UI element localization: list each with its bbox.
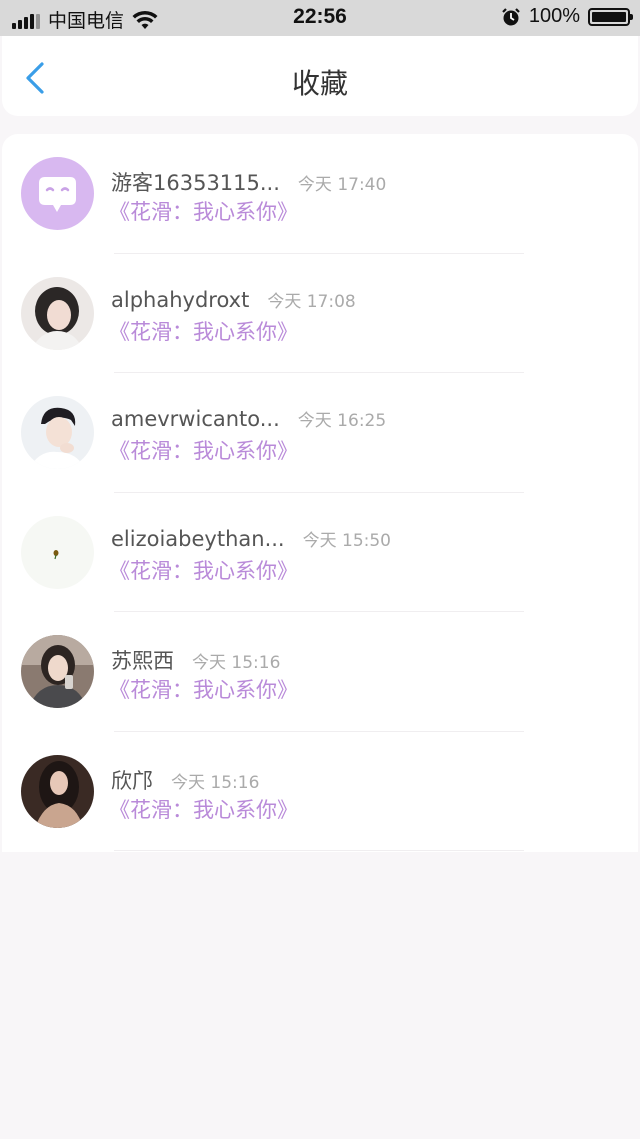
avatar: [21, 754, 94, 828]
list-item[interactable]: alphahydroxt 今天 17:08 《花滑：我心系你》: [2, 254, 638, 373]
avatar: [21, 276, 94, 350]
list-item[interactable]: 欣邝 今天 15:16 《花滑：我心系你》: [2, 732, 638, 851]
timestamp: 今天 16:25: [297, 411, 387, 431]
work-title: 《花滑：我心系你》: [109, 319, 298, 344]
avatar: [21, 396, 94, 469]
user-name: alphahydroxt: [111, 287, 250, 312]
nav-header: 收藏: [2, 36, 638, 116]
user-name: amevrwicanto...: [111, 407, 280, 431]
list-item[interactable]: 游客16353115... 今天 17:40 《花滑：我心系你》: [2, 134, 638, 254]
status-bar: 中国电信 22:56 100%: [0, 0, 640, 36]
timestamp: 今天 15:16: [192, 653, 281, 673]
list-item[interactable]: amevrwicanto... 今天 16:25 《花滑：我心系你》: [2, 373, 638, 493]
avatar: [21, 515, 94, 589]
user-name: 苏熙西: [111, 649, 174, 673]
timestamp: 今天 17:40: [297, 175, 387, 195]
divider: [114, 850, 524, 851]
list-item[interactable]: 苏熙西 今天 15:16 《花滑：我心系你》: [2, 612, 638, 732]
user-name: 游客16353115...: [111, 171, 280, 195]
work-title: 《花滑：我心系你》: [109, 200, 298, 224]
user-name: 欣邝: [111, 768, 153, 793]
timestamp: 今天 17:08: [267, 291, 356, 312]
work-title: 《花滑：我心系你》: [109, 797, 298, 822]
battery-icon: [588, 7, 633, 26]
status-right: 100%: [501, 5, 633, 28]
page-title: 收藏: [291, 67, 348, 100]
photo-avatar-image: [21, 276, 94, 350]
photo-avatar-image: [21, 515, 94, 589]
avatar: [21, 635, 94, 708]
work-title: 《花滑：我心系你》: [109, 439, 298, 463]
photo-avatar-image: [21, 396, 94, 469]
work-title: 《花滑：我心系你》: [109, 558, 298, 583]
work-title: 《花滑：我心系你》: [109, 678, 298, 702]
user-name: elizoiabeythan...: [111, 526, 285, 551]
default-chat-avatar-icon: [21, 157, 94, 230]
timestamp: 今天 15:50: [302, 530, 391, 551]
battery-percent: 100%: [528, 5, 580, 27]
photo-avatar-image: [21, 754, 94, 828]
alarm-icon: [502, 7, 520, 25]
photo-avatar-image: [21, 635, 94, 708]
avatar: [21, 157, 94, 230]
favorites-list: 游客16353115... 今天 17:40 《花滑：我心系你》 alphahy…: [2, 134, 638, 852]
list-item[interactable]: elizoiabeythan... 今天 15:50 《花滑：我心系你》: [2, 493, 638, 612]
timestamp: 今天 15:16: [171, 772, 260, 793]
